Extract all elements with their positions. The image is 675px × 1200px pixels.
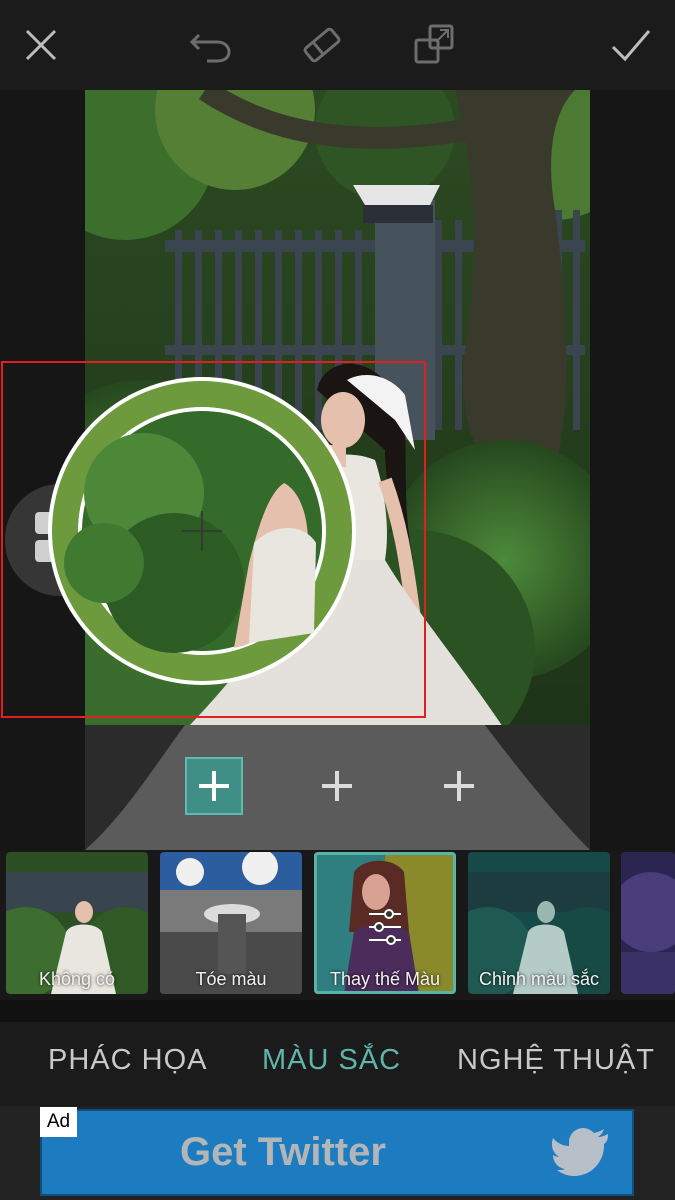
filter-label: Chỉnh màu sắc xyxy=(478,969,600,989)
add-slot-3[interactable] xyxy=(430,757,488,815)
compare-icon xyxy=(414,24,454,64)
filter-none[interactable]: Không có xyxy=(6,852,148,994)
close-button[interactable] xyxy=(14,18,68,72)
tab-art[interactable]: NGHỆ THUẬT xyxy=(457,1044,655,1077)
ad-icon-wrap[interactable] xyxy=(552,1128,608,1181)
eraser-icon xyxy=(303,27,341,63)
twitter-bird-icon xyxy=(552,1128,608,1176)
undo-button[interactable] xyxy=(183,18,237,72)
filter-label: Thay thế Màu xyxy=(329,969,441,989)
add-slot-2[interactable] xyxy=(308,757,366,815)
plus-icon xyxy=(444,771,474,801)
tab-color[interactable]: MÀU SẮC xyxy=(262,1044,401,1077)
ad-text[interactable]: Get Twitter xyxy=(180,1130,386,1175)
ad-tag: Ad xyxy=(40,1107,77,1137)
tab-sketch[interactable]: PHÁC HỌA xyxy=(48,1044,207,1077)
close-icon xyxy=(25,29,57,61)
checkmark-icon xyxy=(611,30,651,62)
highlight-box xyxy=(1,361,426,718)
filter-color-replace[interactable]: Thay thế Màu xyxy=(314,852,456,994)
add-slot-1[interactable] xyxy=(185,757,243,815)
filter-next[interactable] xyxy=(621,852,675,994)
filter-thumbnail xyxy=(621,852,675,994)
filter-label: Tóe màu xyxy=(195,969,267,989)
filter-label: Không có xyxy=(38,969,116,989)
canvas-margin-right xyxy=(590,90,675,850)
plus-icon xyxy=(322,771,352,801)
filter-color-splash[interactable]: Tóe màu xyxy=(160,852,302,994)
top-toolbar xyxy=(0,0,675,90)
adjust-sliders-icon xyxy=(369,909,401,945)
plus-icon xyxy=(199,771,229,801)
compare-button[interactable] xyxy=(408,18,462,72)
filter-color-adjust[interactable]: Chỉnh màu sắc xyxy=(468,852,610,994)
eraser-button[interactable] xyxy=(295,18,349,72)
undo-icon xyxy=(189,33,231,63)
confirm-button[interactable] xyxy=(604,18,658,72)
